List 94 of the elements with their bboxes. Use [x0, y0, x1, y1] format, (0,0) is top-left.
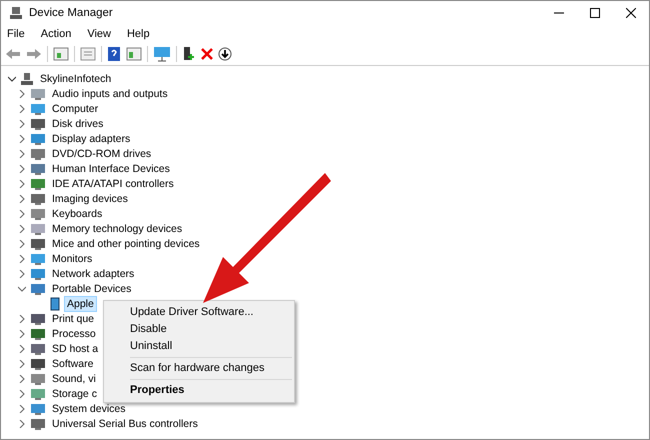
- window-icon[interactable]: [126, 47, 142, 61]
- device-icon: [30, 162, 46, 176]
- context-menu-item[interactable]: Update Driver Software...: [104, 304, 294, 321]
- tree-item[interactable]: Storage c: [49, 386, 100, 402]
- context-menu-item[interactable]: Properties: [104, 382, 294, 399]
- device-icon: [30, 372, 46, 386]
- tree-item[interactable]: Disk drives: [49, 116, 106, 132]
- tree-item[interactable]: SD host a: [49, 340, 102, 356]
- download-icon[interactable]: [218, 47, 232, 61]
- monitor-icon[interactable]: [153, 46, 171, 62]
- delete-icon[interactable]: [201, 48, 213, 60]
- expand-chevron[interactable]: [17, 194, 27, 204]
- device-icon: [30, 206, 46, 220]
- expand-chevron[interactable]: [17, 418, 27, 428]
- expand-chevron[interactable]: [17, 404, 27, 414]
- expand-chevron[interactable]: [17, 358, 27, 368]
- device-icon: [30, 266, 46, 280]
- device-icon: [30, 342, 46, 356]
- list-icon[interactable]: [80, 47, 96, 61]
- expand-chevron[interactable]: [17, 254, 27, 264]
- expand-chevron[interactable]: [17, 134, 27, 144]
- expand-chevron[interactable]: [17, 104, 27, 114]
- device-icon: [30, 386, 46, 400]
- tree-item[interactable]: Memory technology devices: [49, 220, 186, 236]
- maximize-icon: [590, 8, 600, 18]
- phone-icon: [49, 296, 61, 310]
- tree-item[interactable]: Computer: [49, 100, 102, 116]
- tree-item[interactable]: Network adapters: [49, 266, 138, 282]
- device-icon: [30, 282, 46, 296]
- expand-chevron[interactable]: [17, 164, 27, 174]
- tree-item[interactable]: Universal Serial Bus controllers: [49, 416, 201, 432]
- expand-chevron[interactable]: [17, 388, 27, 398]
- computer-icon: [9, 6, 23, 20]
- forward-icon[interactable]: [26, 47, 42, 61]
- back-icon[interactable]: [5, 47, 21, 61]
- tree-item[interactable]: Display adapters: [49, 130, 134, 146]
- expand-chevron[interactable]: [17, 374, 27, 384]
- menu-item[interactable]: View: [87, 28, 111, 40]
- tree-item[interactable]: Human Interface Devices: [49, 160, 173, 176]
- menu-item[interactable]: File: [7, 28, 25, 40]
- expand-chevron[interactable]: [17, 148, 27, 158]
- tree-item[interactable]: IDE ATA/ATAPI controllers: [49, 176, 177, 192]
- context-menu-item[interactable]: Disable: [104, 321, 294, 338]
- tree-item[interactable]: Print que: [49, 310, 98, 326]
- expand-chevron[interactable]: [17, 328, 27, 338]
- device-icon: [30, 236, 46, 250]
- tree-item[interactable]: Monitors: [49, 250, 96, 266]
- menu-item[interactable]: Action: [40, 28, 72, 40]
- device-icon: [30, 132, 46, 146]
- collapse-chevron[interactable]: [17, 284, 27, 294]
- help-icon[interactable]: [107, 46, 121, 62]
- expand-chevron[interactable]: [17, 88, 27, 98]
- device-icon: [30, 326, 46, 340]
- computer-icon: [20, 72, 34, 86]
- device-icon: [30, 356, 46, 370]
- tree-item[interactable]: DVD/CD-ROM drives: [49, 146, 154, 162]
- device-icon: [30, 192, 46, 206]
- expand-chevron[interactable]: [17, 238, 27, 248]
- expand-chevron[interactable]: [17, 208, 27, 218]
- window-icon[interactable]: [53, 47, 69, 61]
- add-device-icon[interactable]: [182, 46, 196, 62]
- tree-item[interactable]: Portable Devices: [49, 280, 134, 296]
- tree-item[interactable]: System devices: [49, 400, 129, 416]
- tree-item[interactable]: SkylineInfotech: [37, 70, 114, 86]
- tree-item[interactable]: Audio inputs and outputs: [49, 86, 171, 102]
- expand-chevron[interactable]: [17, 224, 27, 234]
- expand-chevron[interactable]: [17, 314, 27, 324]
- tree-item[interactable]: Processo: [49, 326, 99, 342]
- device-icon: [30, 312, 46, 326]
- expand-chevron[interactable]: [17, 118, 27, 128]
- expand-chevron[interactable]: [17, 268, 27, 278]
- device-icon: [30, 222, 46, 236]
- tree-item[interactable]: Keyboards: [49, 206, 106, 222]
- window-title: Device Manager: [29, 7, 113, 19]
- device-icon: [30, 116, 46, 130]
- tree-item[interactable]: Imaging devices: [49, 190, 131, 206]
- collapse-chevron[interactable]: [7, 74, 17, 84]
- tree-item[interactable]: Mice and other pointing devices: [49, 236, 203, 252]
- device-icon: [30, 146, 46, 160]
- context-menu-item[interactable]: Scan for hardware changes: [104, 360, 294, 377]
- device-icon: [30, 402, 46, 416]
- device-icon: [30, 176, 46, 190]
- tree-item[interactable]: Apple: [64, 296, 97, 312]
- device-icon: [30, 252, 46, 266]
- expand-chevron[interactable]: [17, 178, 27, 188]
- context-menu-item[interactable]: Uninstall: [104, 338, 294, 355]
- menu-item[interactable]: Help: [126, 28, 150, 40]
- device-icon: [30, 102, 46, 116]
- expand-chevron[interactable]: [17, 344, 27, 354]
- close-icon: [626, 8, 636, 18]
- device-icon: [30, 86, 46, 100]
- tree-item[interactable]: Software: [49, 356, 96, 372]
- tree-item[interactable]: Sound, vi: [49, 370, 99, 386]
- device-icon: [30, 416, 46, 430]
